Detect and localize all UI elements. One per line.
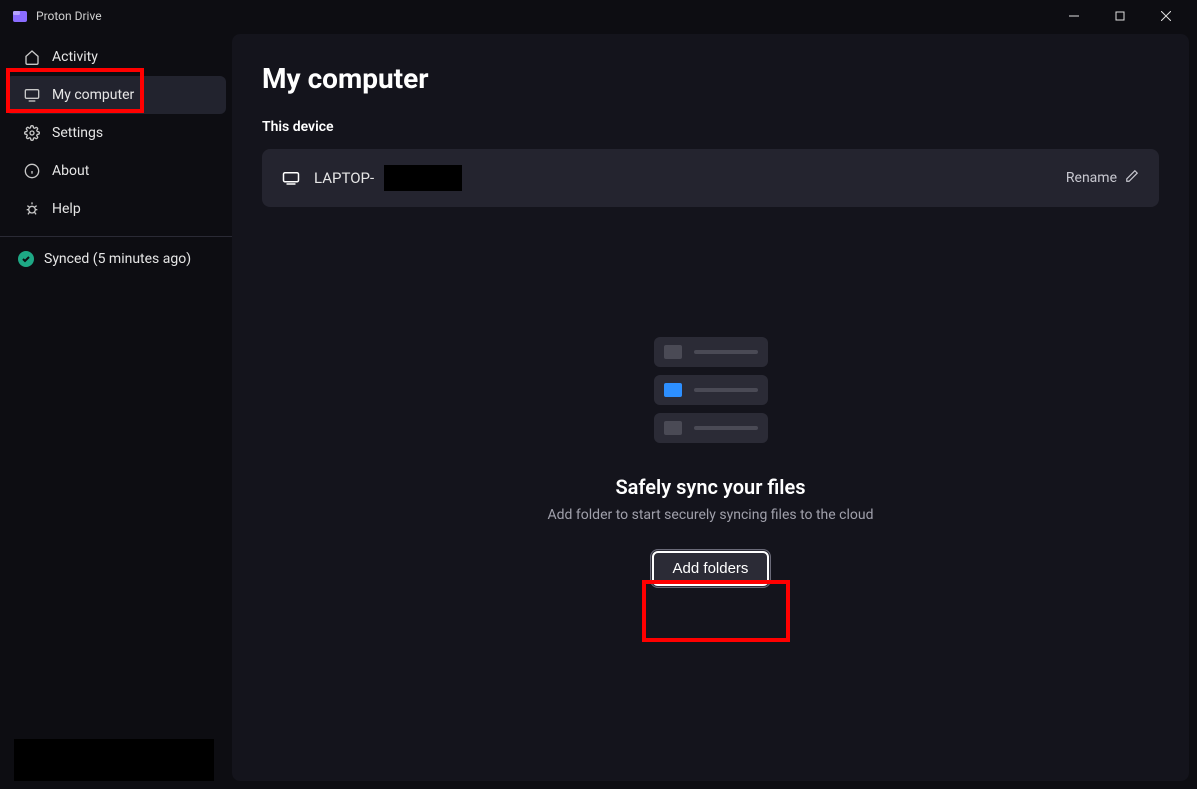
app-title: Proton Drive xyxy=(36,9,102,23)
sync-status-row[interactable]: Synced (5 minutes ago) xyxy=(0,243,232,275)
monitor-icon xyxy=(24,87,40,103)
empty-state-subtitle: Add folder to start securely syncing fil… xyxy=(548,507,874,523)
pencil-icon xyxy=(1125,169,1139,187)
section-label: This device xyxy=(262,119,1159,135)
gear-icon xyxy=(24,125,40,141)
window-minimize-button[interactable] xyxy=(1051,0,1097,32)
sidebar-item-label: My computer xyxy=(52,87,134,103)
sidebar-item-label: Settings xyxy=(52,125,103,141)
sync-status-text: Synced (5 minutes ago) xyxy=(44,251,191,267)
window-maximize-button[interactable] xyxy=(1097,0,1143,32)
rename-button[interactable]: Rename xyxy=(1066,169,1139,187)
sidebar-item-about[interactable]: About xyxy=(6,152,226,190)
sidebar-divider xyxy=(0,236,232,237)
titlebar: Proton Drive xyxy=(0,0,1197,32)
sidebar-item-label: About xyxy=(52,163,89,179)
home-icon xyxy=(24,49,40,65)
sidebar-item-my-computer[interactable]: My computer xyxy=(6,76,226,114)
sidebar-account-block[interactable] xyxy=(14,739,214,781)
rename-label: Rename xyxy=(1066,170,1117,186)
device-row: LAPTOP- Rename xyxy=(262,149,1159,207)
device-name-redacted xyxy=(384,165,462,191)
sidebar-item-label: Help xyxy=(52,201,81,217)
sidebar-item-settings[interactable]: Settings xyxy=(6,114,226,152)
sidebar-item-label: Activity xyxy=(52,49,98,65)
bug-icon xyxy=(24,201,40,217)
folder-illustration xyxy=(654,337,768,443)
app-logo-icon xyxy=(12,8,28,24)
check-circle-icon xyxy=(18,251,34,267)
main-panel: My computer This device LAPTOP- Rename xyxy=(232,34,1189,781)
monitor-icon xyxy=(282,171,300,185)
add-folders-button[interactable]: Add folders xyxy=(650,549,772,588)
empty-state-title: Safely sync your files xyxy=(615,475,805,499)
sidebar-item-help[interactable]: Help xyxy=(6,190,226,228)
sidebar: Activity My computer Settings About Help xyxy=(0,32,232,789)
sidebar-item-activity[interactable]: Activity xyxy=(6,38,226,76)
empty-state: Safely sync your files Add folder to sta… xyxy=(262,337,1159,588)
window-close-button[interactable] xyxy=(1143,0,1189,32)
info-icon xyxy=(24,163,40,179)
device-name-prefix: LAPTOP- xyxy=(314,169,374,187)
page-title: My computer xyxy=(262,62,1159,95)
